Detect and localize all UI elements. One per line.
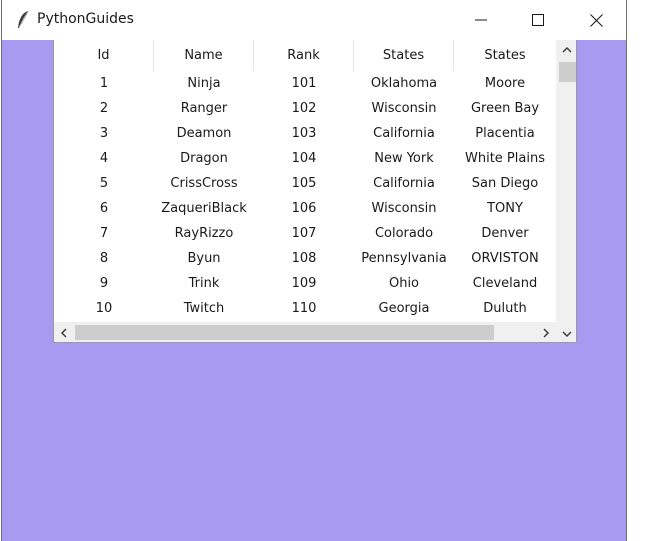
cell-rank: 110	[291, 301, 317, 316]
horizontal-scrollbar[interactable]	[54, 322, 556, 342]
feather-icon	[16, 10, 30, 30]
cell-rank: 107	[291, 226, 317, 241]
cell-name: Trink	[188, 276, 220, 291]
cell-id: 2	[99, 101, 109, 116]
minimize-icon	[475, 14, 487, 26]
table-header: Id Name Rank States States	[54, 40, 556, 71]
cell-rank: 109	[291, 276, 317, 291]
table-row[interactable]: 5 CrissCross 105 California San Diego	[54, 171, 556, 196]
cell-city: TONY	[487, 201, 523, 216]
chevron-down-icon	[562, 330, 572, 338]
cell-city: Denver	[481, 226, 529, 241]
vertical-scrollbar[interactable]	[556, 40, 576, 342]
table-row[interactable]: 2 Ranger 102 Wisconsin Green Bay	[54, 96, 556, 121]
vertical-scroll-thumb[interactable]	[559, 62, 576, 82]
cell-city: Moore	[484, 76, 526, 91]
cell-city: Green Bay	[470, 101, 540, 116]
cell-state: California	[373, 126, 435, 141]
table-row[interactable]: 1 Ninja 101 Oklahoma Moore	[54, 71, 556, 96]
chevron-right-icon	[542, 327, 550, 338]
cell-id: 6	[99, 201, 109, 216]
cell-city: White Plains	[465, 151, 545, 166]
table-rows: 1 Ninja 101 Oklahoma Moore 2 Ranger 102 …	[54, 71, 556, 321]
app-window: PythonGuides Id Name Rank States States …	[1, 0, 627, 541]
horizontal-scroll-thumb[interactable]	[75, 325, 494, 340]
table-row[interactable]: 6 ZaqueriBlack 106 Wisconsin TONY	[54, 196, 556, 221]
scroll-right-button[interactable]	[536, 322, 556, 342]
cell-name: Byun	[187, 251, 221, 266]
cell-id: 1	[99, 76, 109, 91]
column-header-rank[interactable]: Rank	[254, 40, 354, 71]
cell-rank: 103	[291, 126, 317, 141]
window-title: PythonGuides	[37, 11, 134, 27]
table-row[interactable]: 4 Dragon 104 New York White Plains	[54, 146, 556, 171]
cell-rank: 102	[291, 101, 317, 116]
cell-id: 3	[99, 126, 109, 141]
table-row[interactable]: 7 RayRizzo 107 Colorado Denver	[54, 221, 556, 246]
cell-name: Dragon	[180, 151, 228, 166]
cell-rank: 106	[291, 201, 317, 216]
cell-rank: 108	[291, 251, 317, 266]
chevron-left-icon	[60, 327, 68, 338]
cell-name: Deamon	[176, 126, 232, 141]
cell-city: Placentia	[475, 126, 535, 141]
cell-name: Ranger	[180, 101, 228, 116]
table-row[interactable]: 3 Deamon 103 California Placentia	[54, 121, 556, 146]
cell-rank: 101	[291, 76, 317, 91]
cell-id: 8	[99, 251, 109, 266]
cell-id: 5	[99, 176, 109, 191]
cell-city: Cleveland	[472, 276, 538, 291]
cell-name: CrissCross	[170, 176, 238, 191]
close-icon	[589, 13, 603, 27]
cell-state: Oklahoma	[370, 76, 438, 91]
column-header-states[interactable]: States	[354, 40, 454, 71]
cell-city: ORVISTON	[471, 251, 539, 266]
table-row[interactable]: 9 Trink 109 Ohio Cleveland	[54, 271, 556, 296]
column-header-id[interactable]: Id	[54, 40, 154, 71]
cell-state: Colorado	[374, 226, 434, 241]
maximize-button[interactable]	[515, 0, 561, 40]
cell-state: Ohio	[388, 276, 420, 291]
minimize-button[interactable]	[458, 0, 504, 40]
cell-rank: 105	[291, 176, 317, 191]
cell-state: Georgia	[378, 301, 430, 316]
column-header-name[interactable]: Name	[154, 40, 254, 71]
scroll-left-button[interactable]	[54, 322, 74, 342]
maximize-icon	[532, 14, 544, 26]
cell-name: RayRizzo	[174, 226, 234, 241]
cell-name: Twitch	[183, 301, 225, 316]
cell-id: 10	[95, 301, 113, 316]
scroll-down-button[interactable]	[556, 324, 576, 342]
cell-state: Pennsylvania	[361, 251, 447, 266]
cell-id: 9	[99, 276, 109, 291]
chevron-up-icon	[562, 46, 572, 54]
table-row[interactable]: 10 Twitch 110 Georgia Duluth	[54, 296, 556, 321]
cell-city: Duluth	[483, 301, 527, 316]
table-row[interactable]: 8 Byun 108 Pennsylvania ORVISTON	[54, 246, 556, 271]
cell-rank: 104	[291, 151, 317, 166]
scroll-up-button[interactable]	[556, 40, 576, 60]
cell-state: New York	[374, 151, 434, 166]
close-button[interactable]	[573, 0, 619, 40]
cell-state: Wisconsin	[371, 101, 437, 116]
cell-state: California	[373, 176, 435, 191]
cell-name: Ninja	[187, 76, 221, 91]
window-client-area: Id Name Rank States States 1 Ninja 101 O…	[2, 40, 626, 541]
data-treeview[interactable]: Id Name Rank States States 1 Ninja 101 O…	[53, 40, 577, 343]
cell-city: San Diego	[471, 176, 539, 191]
cell-id: 7	[99, 226, 109, 241]
column-header-states-2[interactable]: States	[454, 40, 556, 71]
treeview-body: Id Name Rank States States 1 Ninja 101 O…	[54, 40, 556, 322]
cell-name: ZaqueriBlack	[161, 201, 247, 216]
cell-state: Wisconsin	[371, 201, 437, 216]
title-bar[interactable]: PythonGuides	[2, 0, 626, 40]
cell-id: 4	[99, 151, 109, 166]
